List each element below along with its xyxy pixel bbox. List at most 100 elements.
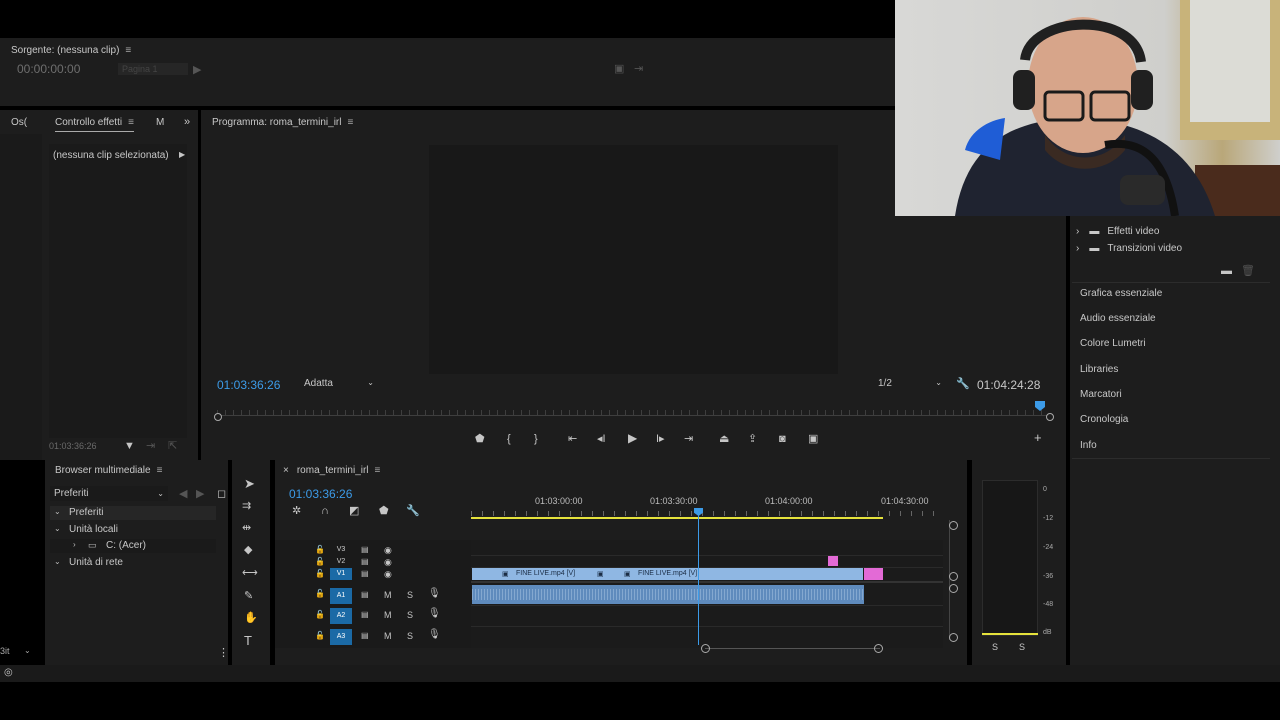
microphone-icon[interactable]: 🎙 [428, 608, 441, 620]
panel-menu-icon[interactable]: ≡ [157, 465, 163, 476]
fit-select[interactable]: Adatta ⌄ [304, 378, 374, 392]
sidebar-lumetri-color[interactable]: Colore Lumetri [1080, 338, 1146, 349]
go-to-in-icon[interactable]: ⇤ [568, 433, 577, 445]
source-title[interactable]: Sorgente: (nessuna clip) ≡ [11, 45, 131, 56]
step-back-icon[interactable]: ◂I [597, 433, 606, 445]
mute-button[interactable]: M [384, 630, 392, 642]
panel-menu-icon[interactable]: ≡ [375, 465, 381, 476]
zoom-handle-left[interactable] [701, 644, 710, 653]
close-icon[interactable]: × [283, 465, 289, 476]
lock-icon[interactable]: 🔓 [315, 609, 325, 621]
eye-icon[interactable]: ◉ [384, 544, 392, 556]
slip-tool-icon[interactable]: ⟷ [242, 567, 258, 579]
linked-selection-icon[interactable]: ◩ [349, 505, 359, 517]
media-browser-title[interactable]: Browser multimediale ≡ [55, 465, 162, 476]
playhead-line[interactable] [698, 515, 699, 645]
play-small-icon[interactable]: ▶ [193, 64, 201, 76]
mark-out-icon[interactable]: } [534, 433, 538, 445]
scroll-handle-top[interactable] [949, 521, 958, 530]
razor-tool-icon[interactable]: ◆ [244, 544, 252, 556]
scrubber-end-handle[interactable] [1046, 413, 1054, 421]
track-select-icon[interactable]: ⇉ [242, 500, 251, 512]
solo-right-button[interactable]: S [1019, 642, 1025, 652]
scroll-handle-bottom[interactable] [949, 633, 958, 642]
add-marker-icon[interactable]: ⬟ [475, 433, 485, 445]
program-video-frame[interactable] [429, 145, 838, 374]
program-timecode[interactable]: 01:03:36:26 [217, 378, 280, 392]
track-label-v2[interactable]: V2 [330, 556, 352, 568]
mark-in-icon[interactable]: { [507, 433, 511, 445]
tab-effects-control[interactable]: Controllo effetti ≡ [55, 117, 134, 132]
filter-icon[interactable]: ▼ [124, 440, 135, 452]
film-icon[interactable]: ▤ [361, 589, 369, 601]
horizontal-scrollbar[interactable] [705, 648, 880, 649]
track-label-v3[interactable]: V3 [330, 544, 352, 556]
tab-other[interactable]: M [156, 117, 164, 128]
tab-partial[interactable]: Os( [11, 117, 27, 128]
zoom-handle-right[interactable] [874, 644, 883, 653]
audio-clip[interactable] [472, 585, 864, 604]
camera-icon[interactable]: ◙ [779, 433, 786, 445]
film-icon[interactable]: ▤ [361, 630, 369, 642]
panel-menu-icon[interactable]: ≡ [128, 117, 134, 128]
tree-item-local-drives[interactable]: ⌄ Unità locali [50, 523, 216, 537]
extract-icon[interactable]: ⇪ [748, 433, 757, 445]
overwrite-icon[interactable]: ⇥ [634, 63, 643, 75]
resolution-select[interactable]: 1/2 ⌄ [878, 378, 942, 392]
film-icon[interactable]: ▤ [361, 544, 369, 556]
lock-icon[interactable]: 🔓 [315, 568, 325, 580]
type-tool-icon[interactable]: T [244, 634, 252, 647]
ripple-edit-icon[interactable]: ⇹ [242, 522, 251, 534]
scrubber-ticks[interactable] [217, 410, 1049, 416]
solo-left-button[interactable]: S [992, 642, 998, 652]
effects-folder-video-effects[interactable]: › ▬ Effetti video [1076, 226, 1159, 237]
film-icon[interactable]: ▤ [361, 609, 369, 621]
sidebar-essential-graphics[interactable]: Grafica essenziale [1080, 288, 1162, 299]
expand-arrow-icon[interactable]: ▶ [179, 149, 185, 161]
snap-icon[interactable]: ∩ [321, 505, 329, 517]
go-to-out-icon[interactable]: ⇥ [684, 433, 693, 445]
program-title[interactable]: Programma: roma_termini_irl ≡ [212, 117, 353, 128]
compare-icon[interactable]: ▣ [808, 433, 818, 445]
lift-icon[interactable]: ⏏ [719, 433, 729, 445]
lock-icon[interactable]: 🔓 [315, 630, 325, 642]
tree-item-favorites[interactable]: ⌄ Preferiti [50, 506, 216, 520]
timeline-timecode[interactable]: 01:03:36:26 [289, 487, 352, 501]
ruler-ticks[interactable] [471, 511, 943, 516]
panel-menu-icon[interactable]: ≡ [125, 45, 131, 56]
sidebar-libraries[interactable]: Libraries [1080, 364, 1118, 375]
wrench-icon[interactable]: 🔧 [406, 505, 420, 517]
source-page-select[interactable]: Pagina 1 [118, 63, 188, 75]
film-icon[interactable]: ▤ [361, 556, 369, 568]
microphone-icon[interactable]: 🎙 [428, 588, 441, 600]
source-timecode[interactable]: 00:00:00:00 [17, 62, 80, 76]
resize-handle-icon[interactable]: ⋮ [218, 647, 229, 659]
sidebar-info[interactable]: Info [1080, 440, 1097, 451]
tree-item-c-drive[interactable]: › ▭ C: (Acer) [50, 539, 216, 553]
add-button-icon[interactable]: + [1034, 431, 1042, 444]
pen-tool-icon[interactable]: ✎ [244, 590, 253, 602]
export-frame-icon[interactable]: ▣ [614, 63, 624, 75]
tree-item-network[interactable]: ⌄ Unità di rete [50, 556, 216, 570]
film-icon[interactable]: ▤ [361, 568, 369, 580]
favorites-select[interactable]: Preferiti ⌄ [50, 486, 168, 501]
scrubber-start-handle[interactable] [214, 413, 222, 421]
mute-button[interactable]: M [384, 609, 392, 621]
view-icon[interactable]: ◻ [217, 488, 226, 500]
pink-clip-small[interactable] [828, 556, 838, 566]
hand-tool-icon[interactable]: ✋ [244, 612, 258, 624]
solo-button[interactable]: S [407, 630, 413, 642]
track-label-a1[interactable]: A1 [330, 588, 352, 604]
new-folder-icon[interactable]: ▬ [1221, 265, 1232, 277]
lock-icon[interactable]: 🔓 [315, 588, 325, 600]
play-icon[interactable]: ▶ [628, 432, 637, 444]
sidebar-essential-audio[interactable]: Audio essenziale [1080, 313, 1156, 324]
video-clip[interactable]: ▣ FINE LIVE.mp4 [V] ▣ ▣ FINE LIVE.mp4 [V… [472, 568, 863, 580]
add-marker-icon[interactable]: ⬟ [379, 505, 389, 517]
back-icon[interactable]: ◀ [179, 488, 187, 500]
scroll-handle[interactable] [949, 584, 958, 593]
scroll-handle[interactable] [949, 572, 958, 581]
track-label-a3[interactable]: A3 [330, 629, 352, 645]
ripple-icon[interactable]: ⇥ [146, 440, 155, 452]
lock-icon[interactable]: 🔓 [315, 556, 325, 568]
